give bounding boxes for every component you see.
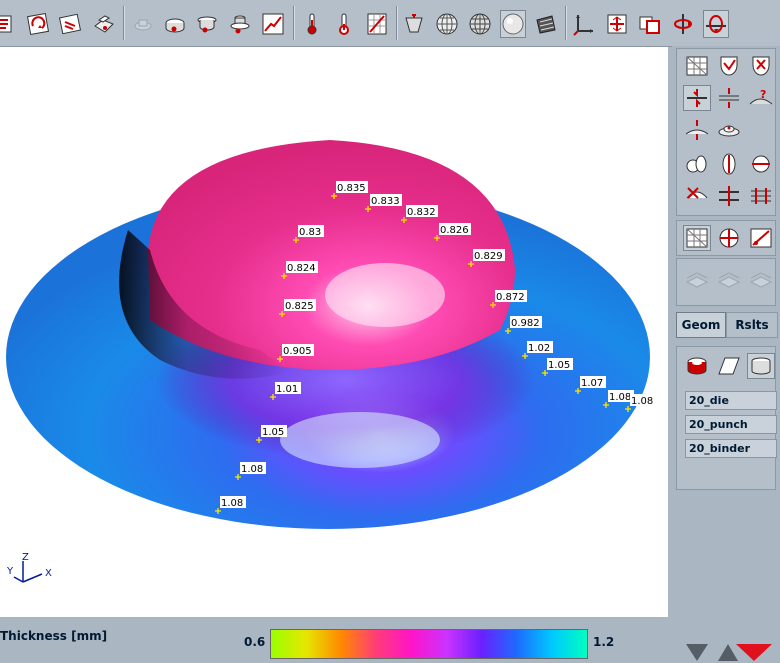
toolbar-separator bbox=[293, 6, 295, 40]
down-red-arrow-icon[interactable] bbox=[736, 644, 772, 661]
legend-color-bar bbox=[270, 629, 588, 659]
disabled-tool-icon bbox=[130, 10, 156, 38]
globe-icon[interactable] bbox=[434, 10, 460, 38]
legend-min-label: 0.6 bbox=[244, 635, 266, 649]
thickness-value-label: 0.825 bbox=[285, 301, 314, 312]
down-arrow-icon[interactable] bbox=[686, 644, 708, 661]
blank-cut-icon[interactable] bbox=[683, 183, 711, 209]
punch-shape-icon[interactable] bbox=[715, 117, 743, 143]
shield-check-icon[interactable] bbox=[715, 53, 743, 79]
shading-icon[interactable] bbox=[533, 10, 559, 38]
pan-icon[interactable] bbox=[637, 10, 663, 38]
thickness-value-label: 1.08 bbox=[221, 498, 243, 509]
thickness-value-label: 0.982 bbox=[511, 318, 540, 329]
align-icon[interactable] bbox=[715, 183, 743, 209]
lamp-icon[interactable] bbox=[401, 10, 427, 38]
blank-stretch-v-icon[interactable] bbox=[715, 151, 743, 177]
navigation-arrows bbox=[676, 624, 776, 663]
printer-icon[interactable] bbox=[90, 10, 116, 38]
thickness-value-label: 1.05 bbox=[548, 360, 570, 371]
cylinder-object-icon[interactable] bbox=[747, 353, 775, 379]
die-object-icon[interactable] bbox=[683, 353, 711, 379]
color-legend: Thickness [mm] 0.6 1.2 bbox=[0, 620, 668, 663]
triad-z-label: Z bbox=[22, 552, 29, 563]
toolbar-separator bbox=[123, 6, 125, 40]
thickness-contour-plot: 0.835 0.833 0.832 0.826 0.829 0.83 0.824 0.825 0… bbox=[6, 140, 656, 583]
flange-highlight bbox=[280, 412, 440, 468]
sheet-object-icon[interactable] bbox=[715, 353, 743, 379]
rotate-axis-icon[interactable] bbox=[670, 10, 696, 38]
thickness-value-label: 0.824 bbox=[287, 263, 316, 274]
view-tools bbox=[676, 220, 776, 256]
punch-icon[interactable] bbox=[194, 10, 220, 38]
tab-geom[interactable]: Geom bbox=[676, 312, 726, 338]
right-tool-panel: ? Geom Rslts 20_die 20_punch 20_binder bbox=[672, 46, 780, 663]
offset-icon[interactable] bbox=[683, 85, 711, 111]
layers-alt-icon bbox=[715, 267, 743, 293]
thickness-value-label: 0.826 bbox=[440, 225, 469, 236]
rotate-icon[interactable] bbox=[25, 10, 51, 38]
rotate-active-icon[interactable] bbox=[703, 10, 729, 38]
stack-icon[interactable] bbox=[0, 10, 18, 38]
thickness-value-label: 1.08 bbox=[631, 396, 653, 407]
mesh-view-icon[interactable] bbox=[683, 225, 711, 251]
die-design-tools: ? bbox=[676, 48, 776, 216]
thickness-value-label: 0.905 bbox=[283, 346, 312, 357]
thickness-value-label: 1.08 bbox=[609, 392, 631, 403]
thermometer-alt-icon[interactable] bbox=[331, 10, 357, 38]
sphere-icon[interactable] bbox=[500, 10, 526, 38]
distribute-icon[interactable] bbox=[747, 183, 775, 209]
3d-viewport[interactable]: 0.835 0.833 0.832 0.826 0.829 0.83 0.824 0.825 0… bbox=[0, 47, 668, 617]
doc-icon[interactable] bbox=[57, 10, 83, 38]
query-icon[interactable]: ? bbox=[747, 85, 775, 111]
coordinate-triad: Z Y X bbox=[6, 552, 52, 583]
thickness-value-label: 0.833 bbox=[371, 196, 400, 207]
main-toolbar bbox=[0, 0, 780, 47]
section-icon[interactable] bbox=[715, 225, 743, 251]
thickness-value-label: 1.05 bbox=[262, 427, 284, 438]
shield-x-icon[interactable] bbox=[747, 53, 775, 79]
triad-y-label: Y bbox=[6, 566, 14, 577]
tab-rslts[interactable]: Rslts bbox=[726, 312, 778, 338]
svg-text:?: ? bbox=[760, 88, 766, 101]
fit-icon[interactable] bbox=[604, 10, 630, 38]
thickness-value-label: 1.02 bbox=[528, 343, 550, 354]
section-plane-icon[interactable] bbox=[747, 225, 775, 251]
curve-icon[interactable] bbox=[260, 10, 286, 38]
legend-title: Thickness [mm] bbox=[0, 629, 108, 643]
trim-icon[interactable] bbox=[683, 117, 711, 143]
blank-stretch-h-icon[interactable] bbox=[747, 151, 775, 177]
axis-icon[interactable] bbox=[571, 10, 597, 38]
object-item-binder[interactable]: 20_binder bbox=[685, 439, 777, 458]
layer-tools bbox=[676, 258, 776, 306]
globe-alt-icon[interactable] bbox=[467, 10, 493, 38]
thickness-value-label: 1.07 bbox=[581, 378, 603, 389]
mesh-icon[interactable] bbox=[683, 53, 711, 79]
thermometer-icon[interactable] bbox=[299, 10, 325, 38]
object-item-punch[interactable]: 20_punch bbox=[685, 415, 777, 434]
layers-icon bbox=[683, 267, 711, 293]
up-arrow-icon[interactable] bbox=[718, 644, 738, 661]
layers-more-icon bbox=[747, 267, 775, 293]
thickness-value-label: 0.835 bbox=[337, 183, 366, 194]
blank-oval-icon[interactable] bbox=[683, 151, 711, 177]
toolbar-separator bbox=[396, 6, 398, 40]
offset-alt-icon[interactable] bbox=[715, 85, 743, 111]
object-item-die[interactable]: 20_die bbox=[685, 391, 777, 410]
binder-icon[interactable] bbox=[227, 10, 253, 38]
thickness-value-label: 0.832 bbox=[407, 207, 436, 218]
thickness-value-label: 1.01 bbox=[276, 384, 298, 395]
toolbar-separator bbox=[565, 6, 567, 40]
legend-max-label: 1.2 bbox=[593, 635, 615, 649]
die-icon[interactable] bbox=[162, 10, 188, 38]
thickness-value-label: 0.829 bbox=[474, 251, 503, 262]
thickness-value-label: 0.83 bbox=[299, 227, 321, 238]
triad-x-label: X bbox=[45, 568, 52, 579]
grid-icon[interactable] bbox=[364, 10, 390, 38]
dome-highlight bbox=[325, 263, 445, 327]
thickness-value-label: 0.872 bbox=[496, 292, 525, 303]
thickness-value-label: 1.08 bbox=[241, 464, 263, 475]
object-list-panel: 20_die 20_punch 20_binder bbox=[676, 346, 777, 490]
